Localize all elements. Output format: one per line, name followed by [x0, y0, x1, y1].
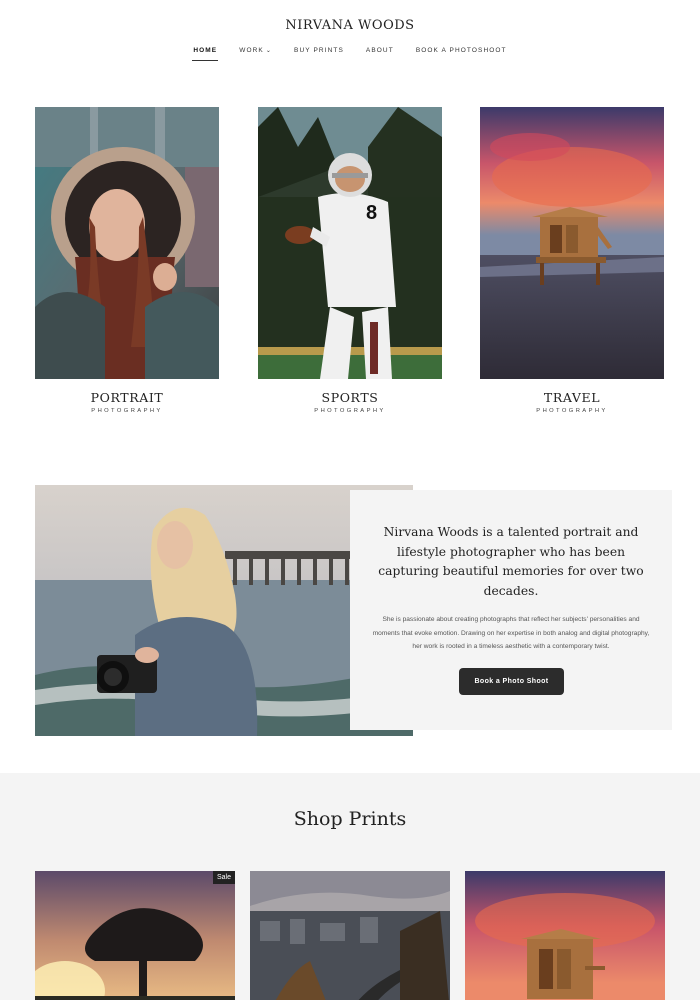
- nav-buy-prints[interactable]: BUY PRINTS: [283, 47, 355, 61]
- nav-book-photoshoot[interactable]: BOOK A PHOTOSHOOT: [405, 47, 518, 61]
- nav-work[interactable]: WORK ⌄: [228, 47, 283, 61]
- portrait-photo[interactable]: [35, 107, 219, 379]
- about-card: Nirvana Woods is a talented portrait and…: [350, 490, 672, 730]
- shop-title: Shop Prints: [293, 808, 407, 830]
- category-travel[interactable]: TRAVEL PHOTOGRAPHY: [480, 107, 664, 414]
- category-subtitle: PHOTOGRAPHY: [314, 408, 386, 414]
- nav-home[interactable]: HOME: [182, 47, 228, 61]
- category-sports[interactable]: 8 SPORTS PHOTOGRAPHY: [258, 107, 442, 414]
- svg-text:8: 8: [366, 202, 377, 224]
- sale-badge: Sale: [212, 871, 235, 884]
- category-title: SPORTS: [321, 390, 379, 405]
- sports-photo[interactable]: 8: [258, 107, 442, 379]
- print-card-tree[interactable]: Sale: [35, 871, 235, 1000]
- chevron-down-icon: ⌄: [265, 48, 273, 54]
- category-title: TRAVEL: [543, 390, 601, 405]
- category-portrait[interactable]: PORTRAIT PHOTOGRAPHY: [35, 107, 219, 414]
- nav-label: BUY PRINTS: [294, 47, 344, 54]
- shop-section: Shop Prints Sale: [0, 773, 700, 1000]
- print-card-city[interactable]: [250, 871, 450, 1000]
- category-subtitle: PHOTOGRAPHY: [536, 408, 608, 414]
- site-title[interactable]: NIRVANA WOODS: [0, 18, 700, 33]
- nav-label: ABOUT: [365, 47, 394, 54]
- nav-label: WORK: [239, 47, 264, 54]
- travel-photo[interactable]: [480, 107, 664, 379]
- main-nav: HOME WORK ⌄ BUY PRINTS ABOUT BOOK A PHOTO…: [0, 47, 700, 61]
- about-headline: Nirvana Woods is a talented portrait and…: [378, 525, 644, 598]
- about-body: She is passionate about creating photogr…: [372, 616, 650, 650]
- category-title: PORTRAIT: [90, 390, 164, 405]
- category-subtitle: PHOTOGRAPHY: [91, 408, 163, 414]
- nav-label: BOOK A PHOTOSHOOT: [415, 47, 507, 54]
- nav-about[interactable]: ABOUT: [355, 47, 405, 61]
- print-card-lifeguard[interactable]: [465, 871, 665, 1000]
- book-photo-shoot-button[interactable]: Book a Photo Shoot: [459, 668, 564, 695]
- nav-label: HOME: [193, 47, 218, 54]
